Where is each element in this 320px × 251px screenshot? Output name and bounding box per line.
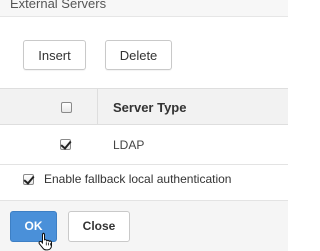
insert-button[interactable]: Insert [23,40,86,70]
select-all-checkbox[interactable] [61,102,72,113]
close-button[interactable]: Close [68,211,130,242]
section-title: External Servers [10,0,107,11]
row-checkbox[interactable] [60,139,71,150]
column-divider [97,89,98,126]
server-type-cell: LDAP [113,138,145,152]
hand-pointer-icon [38,232,52,251]
table-row[interactable]: LDAP [0,125,288,165]
section-header: External Servers [0,0,288,17]
table-header: Server Type [0,88,288,126]
fallback-label[interactable]: Enable fallback local authentication [44,172,231,186]
fallback-checkbox[interactable] [23,174,34,185]
delete-button[interactable]: Delete [105,40,172,70]
column-header-server-type[interactable]: Server Type [113,100,186,115]
external-servers-panel: External Servers Insert Delete Server Ty… [0,0,288,251]
